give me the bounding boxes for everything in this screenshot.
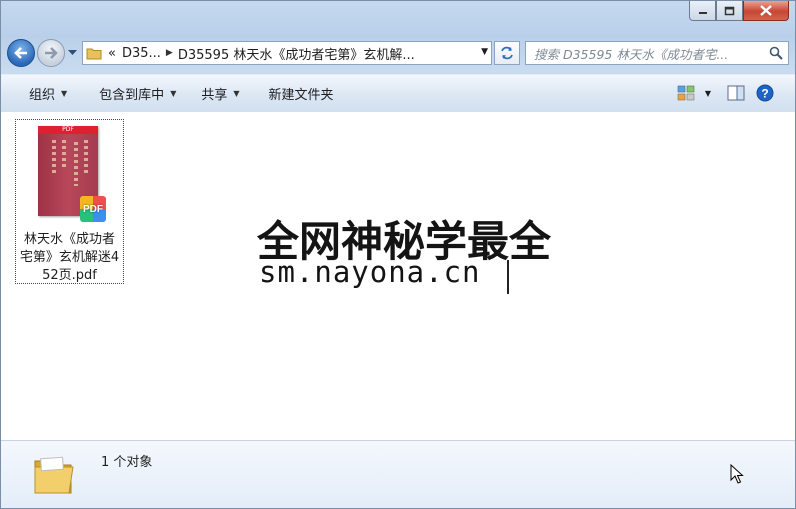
recent-pages-dropdown[interactable]: [66, 46, 78, 60]
item-count: 1 个对象: [101, 455, 153, 470]
svg-text:?: ?: [761, 87, 768, 101]
view-controls: ▼ ?: [675, 79, 777, 107]
watermark-image: 全网神秘学最全 sm.nayona.cn: [251, 200, 551, 302]
organize-label: 组织: [29, 88, 56, 103]
file-list-pane[interactable]: PDF PDF 林天水《成功者宅第》玄机解迷452页.pdf 全网神秘学最全 s…: [1, 112, 795, 440]
close-icon: [760, 5, 772, 16]
watermark-url: sm.nayona.cn: [259, 255, 481, 289]
new-folder-label: 新建文件夹: [268, 88, 334, 103]
file-item[interactable]: PDF PDF 林天水《成功者宅第》玄机解迷452页.pdf: [15, 119, 124, 284]
breadcrumb-overflow[interactable]: «: [105, 46, 119, 61]
view-grid-icon: [677, 85, 695, 101]
chevron-down-icon: ▼: [170, 89, 177, 98]
view-options-dropdown[interactable]: ▼: [697, 79, 719, 107]
organize-menu[interactable]: 组织 ▼: [18, 80, 78, 108]
share-label: 共享: [201, 88, 228, 103]
refresh-button[interactable]: [494, 41, 520, 65]
caption-buttons: [689, 1, 789, 21]
text-caret: [507, 260, 509, 294]
thumbnail-decoration: [62, 140, 66, 170]
share-menu[interactable]: 共享 ▼: [190, 80, 250, 108]
include-library-label: 包含到库中: [99, 88, 165, 103]
minimize-icon: [698, 11, 707, 14]
maximize-icon: [724, 6, 735, 15]
search-input[interactable]: 搜索 D35595 林天水《成功者宅...: [525, 41, 789, 65]
thumbnail-decoration: [74, 142, 78, 186]
help-icon: ?: [756, 84, 774, 102]
thumbnail-decoration: [52, 140, 56, 176]
back-arrow-icon: [14, 47, 27, 59]
breadcrumb-item[interactable]: D35...: [119, 46, 164, 61]
forward-button[interactable]: [37, 39, 65, 67]
thumbnail-decoration: [84, 140, 88, 174]
refresh-icon: [501, 46, 513, 60]
new-folder-button[interactable]: 新建文件夹: [258, 80, 345, 108]
thumbnail-header: PDF: [38, 126, 98, 134]
folder-icon: [83, 42, 105, 64]
help-button[interactable]: ?: [753, 79, 777, 107]
address-row: « D35... ▶ D35595 林天水《成功者宅第》玄机解... ▼ 搜索 …: [7, 37, 789, 69]
chevron-down-icon: ▼: [233, 89, 240, 98]
chevron-down-icon: [67, 50, 77, 55]
minimize-button[interactable]: [689, 1, 716, 21]
change-view-button[interactable]: [675, 79, 697, 107]
breadcrumb-current[interactable]: D35595 林天水《成功者宅第》玄机解...: [175, 44, 418, 63]
pdf-badge-icon: PDF: [80, 196, 106, 222]
close-button[interactable]: [743, 1, 789, 21]
address-bar[interactable]: « D35... ▶ D35595 林天水《成功者宅第》玄机解... ▼: [82, 41, 492, 65]
include-in-library-menu[interactable]: 包含到库中 ▼: [88, 80, 187, 108]
search-icon[interactable]: [769, 46, 783, 60]
chevron-down-icon: ▼: [704, 88, 712, 98]
preview-pane-icon: [727, 85, 745, 101]
preview-pane-button[interactable]: [719, 79, 753, 107]
breadcrumb-separator-icon[interactable]: ▶: [164, 48, 175, 58]
chevron-down-icon: ▼: [61, 89, 68, 98]
forward-arrow-icon: [45, 47, 58, 59]
search-placeholder: 搜索 D35595 林天水《成功者宅...: [534, 46, 729, 62]
details-pane: 1 个对象: [1, 440, 795, 508]
maximize-button[interactable]: [716, 1, 743, 21]
folder-icon: [34, 456, 74, 494]
address-dropdown-icon[interactable]: ▼: [481, 47, 488, 57]
mouse-cursor-icon: [730, 464, 744, 484]
file-name: 林天水《成功者宅第》玄机解迷452页.pdf: [19, 232, 120, 283]
explorer-window: « D35... ▶ D35595 林天水《成功者宅第》玄机解... ▼ 搜索 …: [0, 0, 796, 509]
back-button[interactable]: [7, 39, 35, 67]
command-bar: 组织 ▼ 包含到库中 ▼ 共享 ▼ 新建文件夹 ▼ ?: [1, 74, 795, 113]
